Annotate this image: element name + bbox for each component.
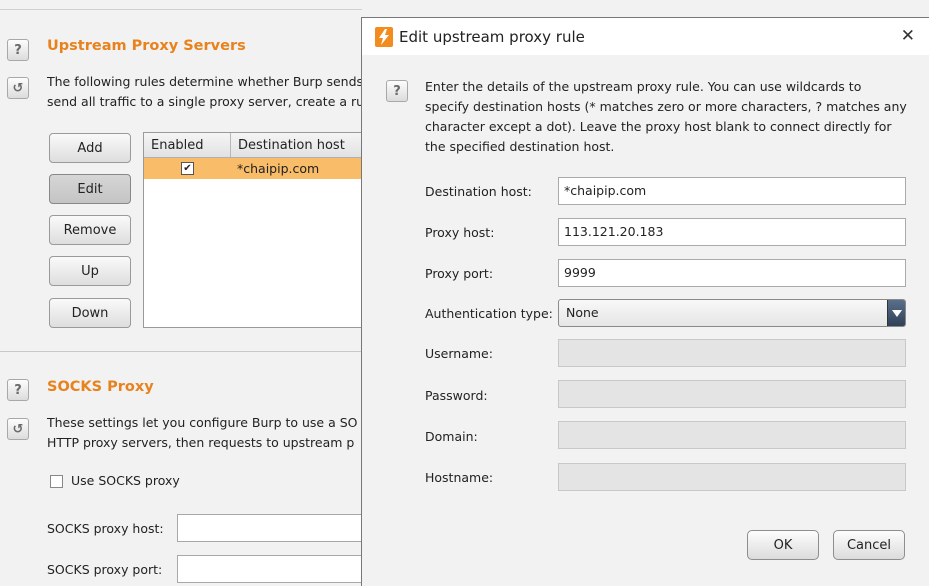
dialog-intro-line-4: the specified destination host. (425, 139, 615, 154)
socks-host-input[interactable] (177, 514, 367, 542)
socks-proxy-title: SOCKS Proxy (47, 379, 154, 395)
proxy-host-field[interactable]: 113.121.20.183 (558, 218, 906, 246)
top-divider (0, 9, 362, 10)
refresh-icon[interactable]: ↺ (7, 418, 29, 440)
proxy-host-label: Proxy host: (425, 225, 495, 240)
username-label: Username: (425, 346, 493, 361)
chevron-down-icon[interactable] (887, 300, 905, 326)
hostname-label: Hostname: (425, 470, 494, 485)
upstream-rules-table[interactable]: Enabled Destination host ✔ *chaipip.com (143, 132, 362, 328)
section-divider (0, 351, 362, 352)
password-field (558, 380, 906, 408)
destination-host-label: Destination host: (425, 184, 532, 199)
remove-button[interactable]: Remove (49, 215, 131, 245)
dialog-intro-line-3: character except a dot). Leave the proxy… (425, 119, 892, 134)
add-button[interactable]: Add (49, 133, 131, 163)
help-icon[interactable]: ? (386, 80, 408, 102)
upstream-proxy-title: Upstream Proxy Servers (47, 38, 246, 54)
proxy-port-field[interactable]: 9999 (558, 259, 906, 287)
socks-port-input[interactable] (177, 555, 367, 583)
edit-button[interactable]: Edit (49, 174, 131, 204)
proxy-port-label: Proxy port: (425, 266, 494, 281)
enabled-checkbox[interactable]: ✔ (181, 162, 194, 175)
column-header-destination-host[interactable]: Destination host (231, 133, 352, 157)
domain-field (558, 421, 906, 449)
edit-upstream-proxy-rule-dialog: Edit upstream proxy rule ✕ ? Enter the d… (361, 17, 929, 586)
socks-port-label: SOCKS proxy port: (47, 562, 163, 577)
dialog-intro-line-2: specify destination hosts (* matches zer… (425, 99, 907, 114)
ok-button[interactable]: OK (747, 530, 819, 560)
upstream-description-line-2: send all traffic to a single proxy serve… (47, 94, 365, 109)
down-button[interactable]: Down (49, 298, 131, 328)
close-icon[interactable]: ✕ (901, 26, 915, 46)
socks-host-label: SOCKS proxy host: (47, 521, 164, 536)
use-socks-label: Use SOCKS proxy (71, 473, 180, 488)
dialog-title: Edit upstream proxy rule (399, 27, 585, 46)
upstream-description-line-1: The following rules determine whether Bu… (47, 74, 364, 89)
refresh-icon[interactable]: ↺ (7, 77, 29, 99)
burp-logo-icon (375, 26, 393, 47)
socks-description-line-1: These settings let you configure Burp to… (47, 415, 358, 430)
authentication-type-label: Authentication type: (425, 306, 553, 321)
table-header: Enabled Destination host (144, 133, 361, 158)
password-label: Password: (425, 388, 488, 403)
username-field (558, 339, 906, 367)
cancel-button[interactable]: Cancel (833, 530, 905, 560)
column-header-enabled[interactable]: Enabled (144, 133, 231, 157)
socks-description-line-2: HTTP proxy servers, then requests to ups… (47, 435, 355, 450)
dialog-intro-line-1: Enter the details of the upstream proxy … (425, 79, 862, 94)
destination-host-cell: *chaipip.com (237, 161, 320, 176)
help-icon[interactable]: ? (7, 39, 29, 61)
help-icon[interactable]: ? (7, 379, 29, 401)
table-row[interactable]: ✔ *chaipip.com (144, 158, 361, 179)
up-button[interactable]: Up (49, 256, 131, 286)
authentication-type-select[interactable]: None (558, 299, 906, 327)
use-socks-checkbox[interactable] (50, 475, 63, 488)
domain-label: Domain: (425, 429, 478, 444)
hostname-field (558, 463, 906, 491)
authentication-type-value: None (566, 305, 599, 320)
destination-host-field[interactable]: *chaipip.com (558, 177, 906, 205)
dialog-titlebar[interactable]: Edit upstream proxy rule ✕ (362, 18, 929, 55)
